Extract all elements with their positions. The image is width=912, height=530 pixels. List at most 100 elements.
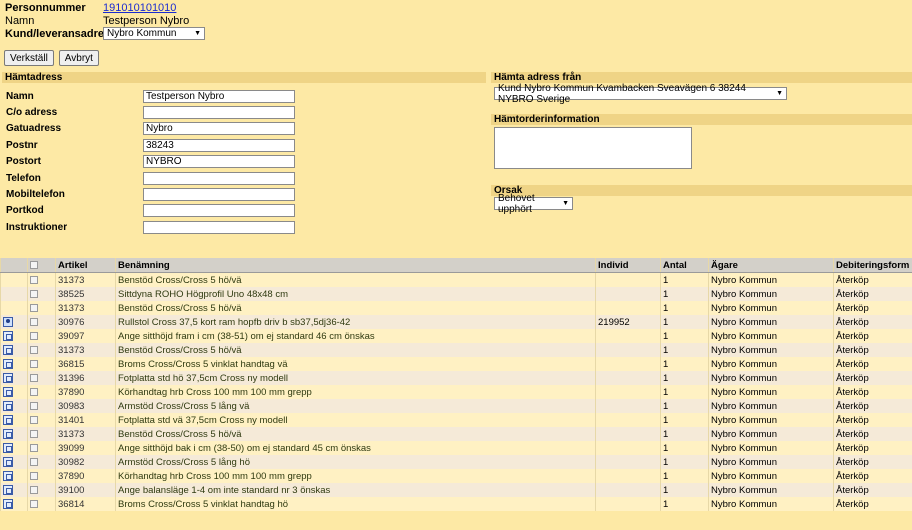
field-input[interactable] bbox=[143, 188, 295, 202]
column-header-debitering[interactable]: Debiteringsform bbox=[833, 258, 912, 273]
row-checkbox[interactable] bbox=[30, 303, 38, 312]
debitering-cell: Återköp bbox=[833, 272, 912, 287]
table-row[interactable]: 30983 Armstöd Cross/Cross 5 lång vä 1 Nybro… bbox=[0, 399, 912, 413]
tree-structure-icon[interactable] bbox=[3, 498, 13, 509]
column-header-benamning[interactable]: Benämning bbox=[115, 258, 596, 273]
hamtorder-textarea[interactable] bbox=[494, 127, 692, 169]
artikel-cell: 39100 bbox=[55, 483, 116, 497]
benamning-cell: Broms Cross/Cross 5 vinklat handtag vä bbox=[115, 357, 596, 371]
table-row[interactable]: 39097 Ange sitthöjd fram i cm (38-51) om … bbox=[0, 329, 912, 343]
column-header-artikel[interactable]: Artikel bbox=[55, 258, 116, 273]
tree-structure-icon[interactable] bbox=[3, 414, 13, 425]
row-checkbox[interactable] bbox=[30, 499, 38, 508]
field-input[interactable] bbox=[143, 220, 295, 234]
antal-cell: 1 bbox=[660, 272, 709, 287]
row-checkbox[interactable] bbox=[30, 331, 38, 340]
agare-cell: Nybro Kommun bbox=[708, 357, 834, 371]
column-header-antal[interactable]: Antal bbox=[660, 258, 709, 273]
table-row[interactable]: 31373 Benstöd Cross/Cross 5 hö/vä 1 Nybro K… bbox=[0, 301, 912, 315]
tree-structure-icon[interactable] bbox=[3, 372, 13, 383]
tree-structure-icon[interactable] bbox=[3, 428, 13, 439]
row-checkbox[interactable] bbox=[30, 485, 38, 494]
row-checkbox[interactable] bbox=[30, 359, 38, 368]
table-row[interactable]: 31401 Fotplatta std vä 37,5cm Cross ny mo… bbox=[0, 413, 912, 427]
individ-cell bbox=[595, 385, 661, 399]
person-header: Personnummer 191010101010 Namn Testperso… bbox=[5, 1, 205, 40]
kund-select[interactable]: Nybro Kommun ▼ bbox=[103, 27, 205, 40]
row-checkbox[interactable] bbox=[30, 373, 38, 382]
antal-cell: 1 bbox=[660, 469, 709, 483]
row-checkbox[interactable] bbox=[30, 387, 38, 396]
agare-cell: Nybro Kommun bbox=[708, 497, 834, 511]
row-checkbox[interactable] bbox=[30, 415, 38, 424]
antal-cell: 1 bbox=[660, 427, 709, 441]
table-row[interactable]: 37890 Körhandtag hrb Cross 100 mm 100 mm … bbox=[0, 385, 912, 399]
table-row[interactable]: 36814 Broms Cross/Cross 5 vinklat handtag… bbox=[0, 497, 912, 511]
table-row[interactable]: 31373 Benstöd Cross/Cross 5 hö/vä 1 Nybro K… bbox=[0, 427, 912, 441]
row-checkbox[interactable] bbox=[30, 317, 38, 326]
icon-cell bbox=[0, 287, 28, 301]
hamta-fran-header: Hämta adress från bbox=[491, 72, 912, 83]
tree-structure-icon[interactable] bbox=[3, 358, 13, 369]
hamta-fran-select[interactable]: Kund Nybro Kommun Kvambacken Sveavägen 6… bbox=[494, 83, 787, 105]
field-input[interactable]: 38243 bbox=[143, 138, 295, 152]
tree-structure-icon[interactable] bbox=[3, 330, 13, 341]
antal-cell: 1 bbox=[660, 483, 709, 497]
icon-cell bbox=[0, 455, 28, 469]
field-input[interactable] bbox=[143, 106, 295, 120]
artikel-cell: 30982 bbox=[55, 455, 116, 469]
table-row[interactable]: 31373 Benstöd Cross/Cross 5 hö/vä 1 Nybro K… bbox=[0, 343, 912, 357]
row-checkbox[interactable] bbox=[30, 429, 38, 438]
artikel-cell: 38525 bbox=[55, 287, 116, 301]
form-row: Gatuadress Nybro bbox=[6, 121, 295, 137]
individ-cell bbox=[595, 427, 661, 441]
select-all-checkbox[interactable] bbox=[30, 260, 38, 269]
benamning-cell: Benstöd Cross/Cross 5 hö/vä bbox=[115, 427, 596, 441]
tree-structure-icon[interactable] bbox=[3, 470, 13, 481]
row-checkbox[interactable] bbox=[30, 275, 38, 284]
field-label: Mobiltelefon bbox=[6, 189, 65, 201]
table-row[interactable]: 30976 Rullstol Cross 37,5 kort ram hopfb … bbox=[0, 315, 912, 329]
field-input[interactable]: Testperson Nybro bbox=[143, 89, 295, 103]
table-row[interactable]: 37890 Körhandtag hrb Cross 100 mm 100 mm … bbox=[0, 469, 912, 483]
column-header-individ[interactable]: Individ bbox=[595, 258, 661, 273]
table-row[interactable]: 31396 Fotplatta std hö 37,5cm Cross ny mo… bbox=[0, 371, 912, 385]
artikel-cell: 37890 bbox=[55, 469, 116, 483]
row-checkbox[interactable] bbox=[30, 401, 38, 410]
debitering-cell: Återköp bbox=[833, 343, 912, 357]
table-row[interactable]: 39099 Ange sitthöjd bak i cm (38-50) om e… bbox=[0, 441, 912, 455]
field-input[interactable] bbox=[143, 204, 295, 218]
table-row[interactable]: 30982 Armstöd Cross/Cross 5 lång hö 1 Nybro… bbox=[0, 455, 912, 469]
tree-structure-icon[interactable] bbox=[3, 386, 13, 397]
row-checkbox[interactable] bbox=[30, 443, 38, 452]
field-input[interactable] bbox=[143, 171, 295, 185]
icon-cell bbox=[0, 301, 28, 315]
tree-structure-icon[interactable] bbox=[3, 442, 13, 453]
row-checkbox[interactable] bbox=[30, 289, 38, 298]
tree-structure-icon[interactable] bbox=[3, 400, 13, 411]
form-row: Mobiltelefon bbox=[6, 186, 295, 202]
row-checkbox[interactable] bbox=[30, 471, 38, 480]
debitering-cell: Återköp bbox=[833, 469, 912, 483]
avbryt-button[interactable]: Avbryt bbox=[58, 50, 99, 66]
artikel-cell: 31373 bbox=[55, 343, 116, 357]
personnummer-link[interactable]: 191010101010 bbox=[103, 2, 176, 14]
verkstall-button[interactable]: Verkställ bbox=[4, 50, 54, 66]
tree-structure-icon[interactable] bbox=[3, 456, 13, 467]
table-row[interactable]: 39100 Ange balansläge 1-4 om inte standar… bbox=[0, 483, 912, 497]
field-input[interactable]: NYBRO bbox=[143, 155, 295, 169]
antal-cell: 1 bbox=[660, 329, 709, 343]
agare-cell: Nybro Kommun bbox=[708, 455, 834, 469]
tree-structure-icon[interactable] bbox=[3, 484, 13, 495]
artikel-cell: 31373 bbox=[55, 427, 116, 441]
row-checkbox[interactable] bbox=[30, 345, 38, 354]
column-header-agare[interactable]: Ägare bbox=[708, 258, 834, 273]
field-input[interactable]: Nybro bbox=[143, 122, 295, 136]
person-icon[interactable] bbox=[3, 316, 13, 327]
tree-structure-icon[interactable] bbox=[3, 344, 13, 355]
orsak-select[interactable]: Behovet upphört ▼ bbox=[494, 193, 573, 215]
row-checkbox[interactable] bbox=[30, 457, 38, 466]
table-row[interactable]: 31373 Benstöd Cross/Cross 5 hö/vä 1 Nybro K… bbox=[0, 272, 912, 287]
table-row[interactable]: 38525 Sittdyna ROHO Högprofil Uno 48x48 c… bbox=[0, 287, 912, 301]
table-row[interactable]: 36815 Broms Cross/Cross 5 vinklat handtag… bbox=[0, 357, 912, 371]
